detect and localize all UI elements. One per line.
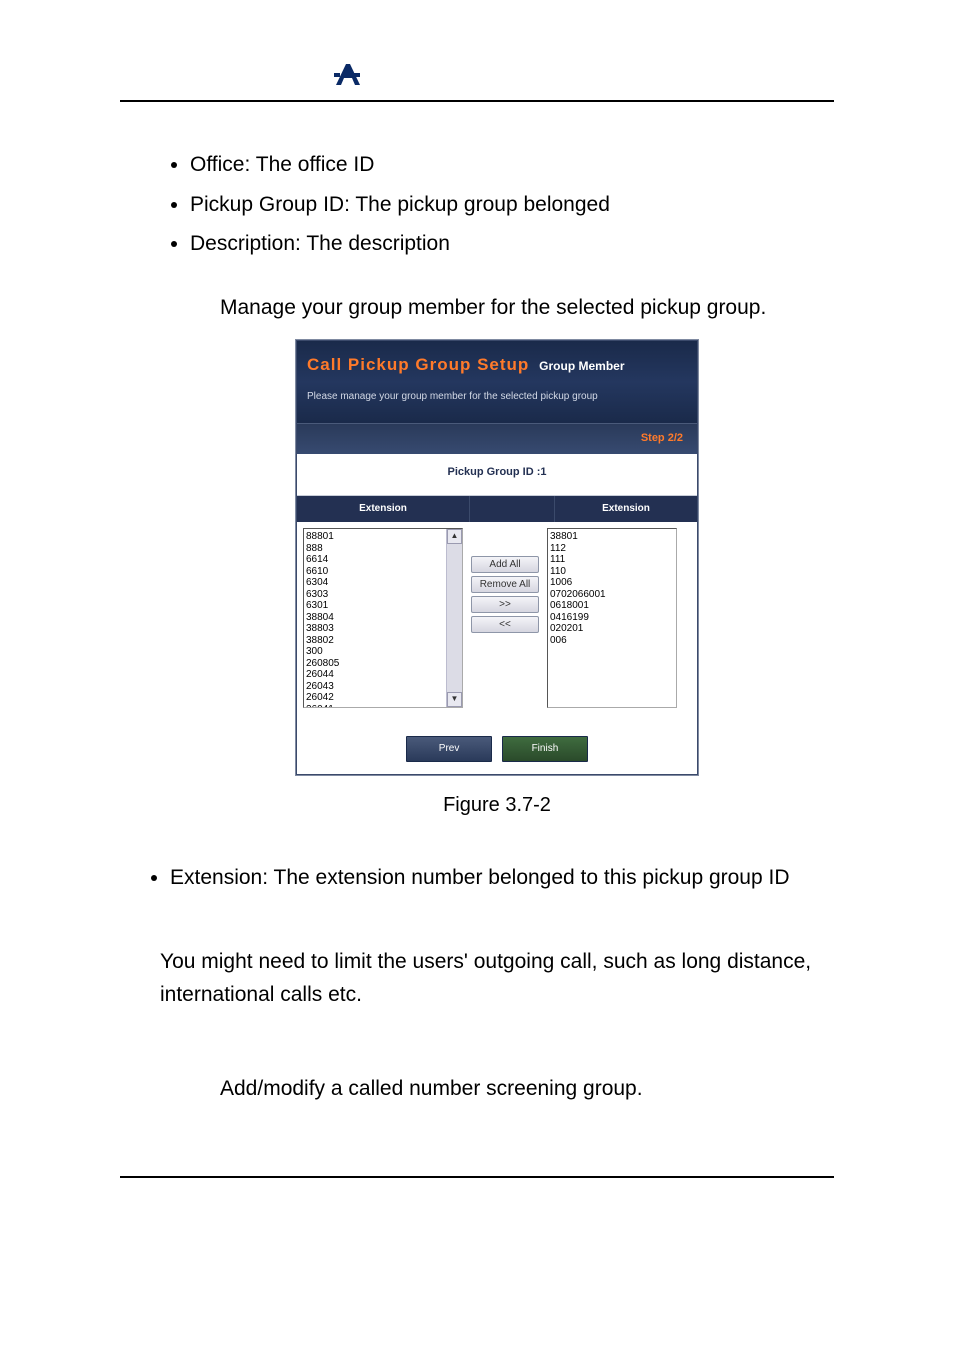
bullet-extension: Extension: The extension number belonged… <box>170 861 834 895</box>
header-rule <box>120 100 834 102</box>
columns-header: Extension Extension <box>297 496 697 522</box>
assigned-extensions-text: 38801 112 111 110 1006 0702066001 061800… <box>550 531 606 646</box>
move-right-button[interactable]: >> <box>471 596 539 613</box>
col-header-right: Extension <box>555 496 697 522</box>
col-header-left: Extension <box>297 496 470 522</box>
panel-subtitle: Please manage your group member for the … <box>307 389 687 405</box>
move-left-button[interactable]: << <box>471 616 539 633</box>
add-modify-instruction: Add/modify a called number screening gro… <box>220 1072 834 1106</box>
bullet-pickup-group-id: Pickup Group ID: The pickup group belong… <box>190 188 834 222</box>
bullet-office: Office: The office ID <box>190 148 834 182</box>
extension-bullet-list: Extension: The extension number belonged… <box>160 861 834 895</box>
field-bullet-list: Office: The office ID Pickup Group ID: T… <box>160 148 834 261</box>
available-extensions-text: 88801 888 6614 6610 6304 6303 6301 38804… <box>306 531 339 708</box>
brand-logo-icon <box>330 60 368 88</box>
remove-all-button[interactable]: Remove All <box>471 576 539 593</box>
figure-caption: Figure 3.7-2 <box>160 789 834 821</box>
step-indicator: Step 2/2 <box>297 423 697 454</box>
col-header-spacer <box>470 496 555 522</box>
manage-instruction: Manage your group member for the selecte… <box>220 291 834 325</box>
footer-rule <box>120 1176 834 1178</box>
scroll-down-icon[interactable]: ▼ <box>447 692 462 707</box>
scroll-up-icon[interactable]: ▲ <box>447 529 462 544</box>
panel-header: Call Pickup Group Setup Group Member Ple… <box>297 341 697 423</box>
limit-paragraph: You might need to limit the users' outgo… <box>160 945 834 1012</box>
finish-button[interactable]: Finish <box>502 736 588 762</box>
panel-title-white: Group Member <box>539 359 624 373</box>
available-extensions-listbox[interactable]: 88801 888 6614 6610 6304 6303 6301 38804… <box>303 528 463 708</box>
pickup-group-id-label: Pickup Group ID :1 <box>297 454 697 497</box>
prev-button[interactable]: Prev <box>406 736 492 762</box>
panel-title-orange: Call Pickup Group Setup <box>307 355 529 374</box>
bullet-description: Description: The description <box>190 227 834 261</box>
scrollbar[interactable]: ▲▼ <box>446 529 462 707</box>
pickup-group-setup-panel: Call Pickup Group Setup Group Member Ple… <box>296 340 698 775</box>
add-all-button[interactable]: Add All <box>471 556 539 573</box>
assigned-extensions-listbox[interactable]: 38801 112 111 110 1006 0702066001 061800… <box>547 528 677 708</box>
